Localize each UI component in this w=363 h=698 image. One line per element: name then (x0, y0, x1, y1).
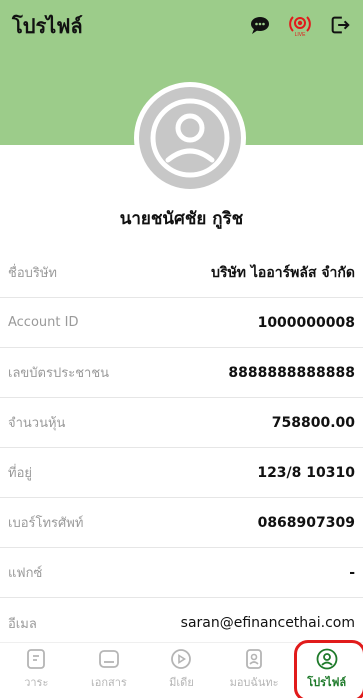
page-title: โปรไฟล์ (12, 14, 83, 38)
detail-label: เบอร์โทรศัพท์ (8, 516, 84, 531)
detail-label: เลขบัตรประชาชน (8, 366, 110, 381)
detail-label: ที่อยู่ (8, 466, 32, 481)
nav-label: มีเดีย (169, 676, 194, 689)
header-icons: LIVE (247, 12, 353, 38)
detail-value: 758800.00 (271, 414, 355, 431)
detail-value: 8888888888888 (228, 364, 355, 381)
detail-label: ชื่อบริษัท (8, 266, 58, 281)
media-play-icon (171, 649, 192, 669)
detail-value: 0868907309 (257, 514, 355, 531)
nav-item-profile[interactable]: โปรไฟล์ (293, 640, 363, 698)
chat-icon[interactable] (247, 12, 273, 38)
nav-label: เอกสาร (90, 676, 127, 689)
detail-value: บริษัท ไออาร์พลัส จำกัด (211, 264, 355, 281)
detail-value: 1000000008 (257, 314, 355, 331)
live-badge-text: LIVE (295, 32, 307, 38)
detail-row-id-card: เลขบัตรประชาชน 8888888888888 (0, 348, 363, 398)
detail-row-phone: เบอร์โทรศัพท์ 0868907309 (0, 498, 363, 548)
nav-item-agenda[interactable]: วาระ (5, 643, 67, 691)
nav-item-proxy[interactable]: มอบฉันทะ (223, 643, 285, 691)
nav-label: มอบฉันทะ (229, 676, 279, 689)
bottom-nav: วาระ เอกสาร มีเดีย มอบฉันทะ โปรไฟล์ (0, 640, 363, 698)
nav-item-documents[interactable]: เอกสาร (78, 643, 140, 691)
nav-label: โปรไฟล์ (307, 676, 347, 689)
detail-row-account-id: Account ID 1000000008 (0, 298, 363, 348)
profile-details: ชื่อบริษัท บริษัท ไออาร์พลัส จำกัด Accou… (0, 248, 363, 648)
detail-label: Account ID (8, 315, 79, 330)
profile-name: นายชนัศชัย กูริช (119, 209, 244, 229)
agenda-icon (27, 649, 46, 669)
detail-label: อีเมล (8, 616, 37, 632)
detail-row-address: ที่อยู่ 123/8 10310 (0, 448, 363, 498)
detail-label: แฟกซ์ (8, 566, 43, 581)
detail-row-shares: จำนวนหุ้น 758800.00 (0, 398, 363, 448)
profile-icon (316, 648, 338, 670)
detail-value: saran@efinancethai.com (180, 615, 355, 631)
detail-row-company: ชื่อบริษัท บริษัท ไออาร์พลัส จำกัด (0, 248, 363, 298)
avatar[interactable] (134, 82, 246, 194)
nav-item-media[interactable]: มีเดีย (150, 643, 212, 691)
live-icon[interactable]: LIVE (287, 12, 313, 38)
detail-row-fax: แฟกซ์ - (0, 548, 363, 598)
document-icon (98, 650, 119, 668)
proxy-icon (246, 649, 262, 669)
nav-label: วาระ (24, 676, 49, 689)
user-icon (150, 98, 230, 178)
detail-value: - (349, 564, 355, 581)
detail-label: จำนวนหุ้น (8, 416, 66, 431)
detail-value: 123/8 10310 (257, 464, 355, 481)
logout-icon[interactable] (327, 12, 353, 38)
